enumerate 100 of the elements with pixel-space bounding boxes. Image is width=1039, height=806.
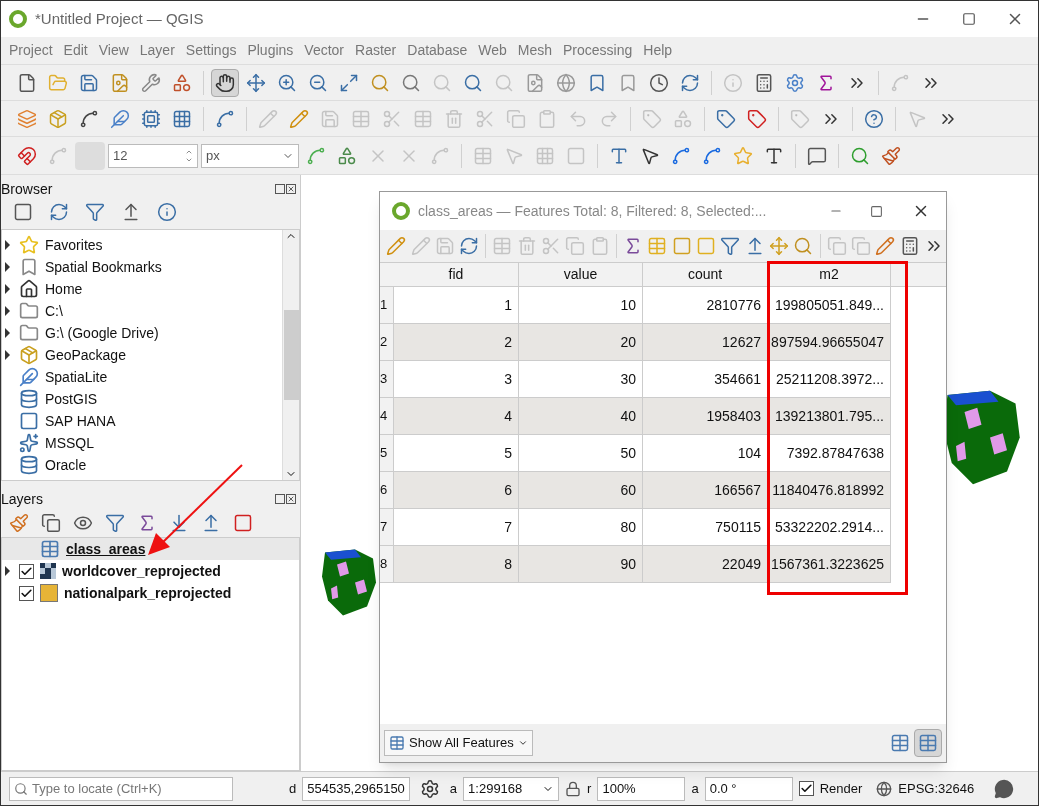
tree-item[interactable]: G:\ (Google Drive) (45, 322, 159, 344)
table-cell: 20 (519, 324, 643, 360)
tree-item[interactable]: Favorites (45, 234, 103, 256)
rotation-field[interactable]: 0.0 ° (704, 776, 793, 801)
layer-row[interactable]: nationalpark_reprojected (2, 582, 299, 604)
tree-item[interactable]: SAP HANA (45, 410, 116, 432)
tolerance-field[interactable]: 12 (108, 143, 198, 168)
menu-item[interactable]: Plugins (247, 40, 294, 61)
row-number[interactable]: 6 (380, 472, 394, 508)
checkbox[interactable] (19, 563, 34, 579)
scale-dropdown[interactable]: 1:299168 (463, 776, 560, 801)
column-header[interactable]: value (519, 263, 643, 286)
column-header[interactable]: count (643, 263, 768, 286)
show-all-features-dropdown[interactable]: Show All Features (384, 730, 533, 756)
tree-item[interactable]: PostGIS (45, 388, 98, 410)
tree-row[interactable]: Oracle (2, 454, 282, 476)
expand-arrow-icon[interactable] (5, 328, 10, 338)
table-cell: 7392.87847638 (768, 435, 891, 471)
coordinate-field[interactable]: 554535,2965150 (302, 776, 410, 801)
tree-row[interactable]: MSSQL (2, 432, 282, 454)
menu-item[interactable]: Processing (563, 40, 633, 61)
globe-icon[interactable] (876, 780, 893, 797)
menu-item[interactable]: Help (643, 40, 673, 61)
row-number[interactable]: 7 (380, 509, 394, 545)
tree-item[interactable]: SpatiaLite (45, 366, 108, 388)
speech-bubble-icon[interactable] (994, 778, 1014, 799)
expand-arrow-icon[interactable] (5, 240, 10, 250)
close-icon[interactable] (286, 494, 296, 504)
checkbox[interactable] (19, 585, 34, 601)
menu-item[interactable]: Database (407, 40, 468, 61)
field-label: a (691, 779, 699, 798)
tree-item[interactable]: Oracle (45, 454, 87, 476)
layer-name: worldcover_reprojected (62, 561, 221, 581)
menu-item[interactable]: Web (478, 40, 507, 61)
table-cell: 8 (394, 546, 519, 582)
table-cell: 166567 (643, 472, 768, 508)
expand-arrow-icon[interactable] (5, 262, 10, 272)
tree-item[interactable]: MSSQL (45, 432, 94, 454)
tree-row[interactable]: Home (2, 278, 282, 300)
tree-item[interactable]: Spatial Bookmarks (45, 256, 162, 278)
row-number[interactable]: 5 (380, 435, 394, 471)
table-cell: 12627 (643, 324, 768, 360)
expand-arrow-icon[interactable] (5, 350, 10, 360)
close-icon[interactable] (286, 184, 296, 194)
tree-row[interactable]: SAP HANA (2, 410, 282, 432)
menu-item[interactable]: Edit (63, 40, 88, 61)
menu-item[interactable]: Settings (185, 40, 237, 61)
magnifier-field[interactable]: 100% (597, 776, 686, 801)
menu-item[interactable]: Project (9, 40, 53, 61)
menu-item[interactable]: Layer (139, 40, 175, 61)
tree-item[interactable]: GeoPackage (45, 344, 126, 366)
layer-row[interactable]: worldcover_reprojected (2, 560, 299, 582)
table-cell: 10 (519, 287, 643, 323)
hand-icon[interactable] (211, 68, 239, 97)
locate-field[interactable]: Type to locate (Ctrl+K) (9, 776, 233, 801)
row-number[interactable]: 3 (380, 361, 394, 397)
expand-arrow-icon[interactable] (5, 566, 10, 576)
panel-title: Browser (1, 179, 53, 199)
column-header[interactable]: fid (394, 263, 519, 286)
menu-item[interactable]: Mesh (517, 40, 552, 61)
feather-icon (19, 367, 39, 387)
tree-item[interactable]: Home (45, 278, 83, 300)
tree-row[interactable]: GeoPackage (2, 344, 282, 366)
expand-arrow-icon[interactable] (5, 306, 10, 316)
table-cell: 30 (519, 361, 643, 397)
field-label: r (587, 779, 592, 798)
scrollbar[interactable] (282, 230, 299, 480)
table-view-icon[interactable] (914, 729, 942, 757)
float-icon[interactable] (275, 184, 285, 194)
checkbox[interactable] (798, 781, 814, 796)
menu-item[interactable]: Raster (355, 40, 397, 61)
column-header[interactable]: m2 (768, 263, 891, 286)
menu-item[interactable]: View (98, 40, 129, 61)
table-cell: 1 (394, 287, 519, 323)
crs-button[interactable]: EPSG:32646 (898, 778, 975, 799)
table-cell: 1958403 (643, 398, 768, 434)
float-icon[interactable] (275, 494, 285, 504)
tree-row[interactable]: SpatiaLite (2, 366, 282, 388)
render-label: Render (819, 779, 863, 798)
table-cell: 750115 (643, 509, 768, 545)
row-number[interactable]: 8 (380, 546, 394, 582)
row-number[interactable]: 2 (380, 324, 394, 360)
expand-arrow-icon[interactable] (5, 284, 10, 294)
tree-row[interactable]: PostGIS (2, 388, 282, 410)
house-icon (19, 279, 39, 299)
row-number[interactable]: 1 (380, 287, 394, 323)
tree-row[interactable]: Spatial Bookmarks (2, 256, 282, 278)
unit-dropdown[interactable]: px (201, 143, 299, 168)
row-number[interactable]: 4 (380, 398, 394, 434)
tree-row[interactable]: Favorites (2, 234, 282, 256)
panel-title: Layers (1, 489, 44, 509)
tree-row[interactable]: G:\ (Google Drive) (2, 322, 282, 344)
table-cell: 5 (394, 435, 519, 471)
table-cell: 4 (394, 398, 519, 434)
lock-icon[interactable] (565, 780, 582, 797)
layer-row[interactable]: class_areas (2, 538, 299, 560)
tree-row[interactable]: C:\ (2, 300, 282, 322)
table-icon (389, 735, 405, 751)
menu-item[interactable]: Vector (304, 40, 345, 61)
tree-item[interactable]: C:\ (45, 300, 63, 322)
